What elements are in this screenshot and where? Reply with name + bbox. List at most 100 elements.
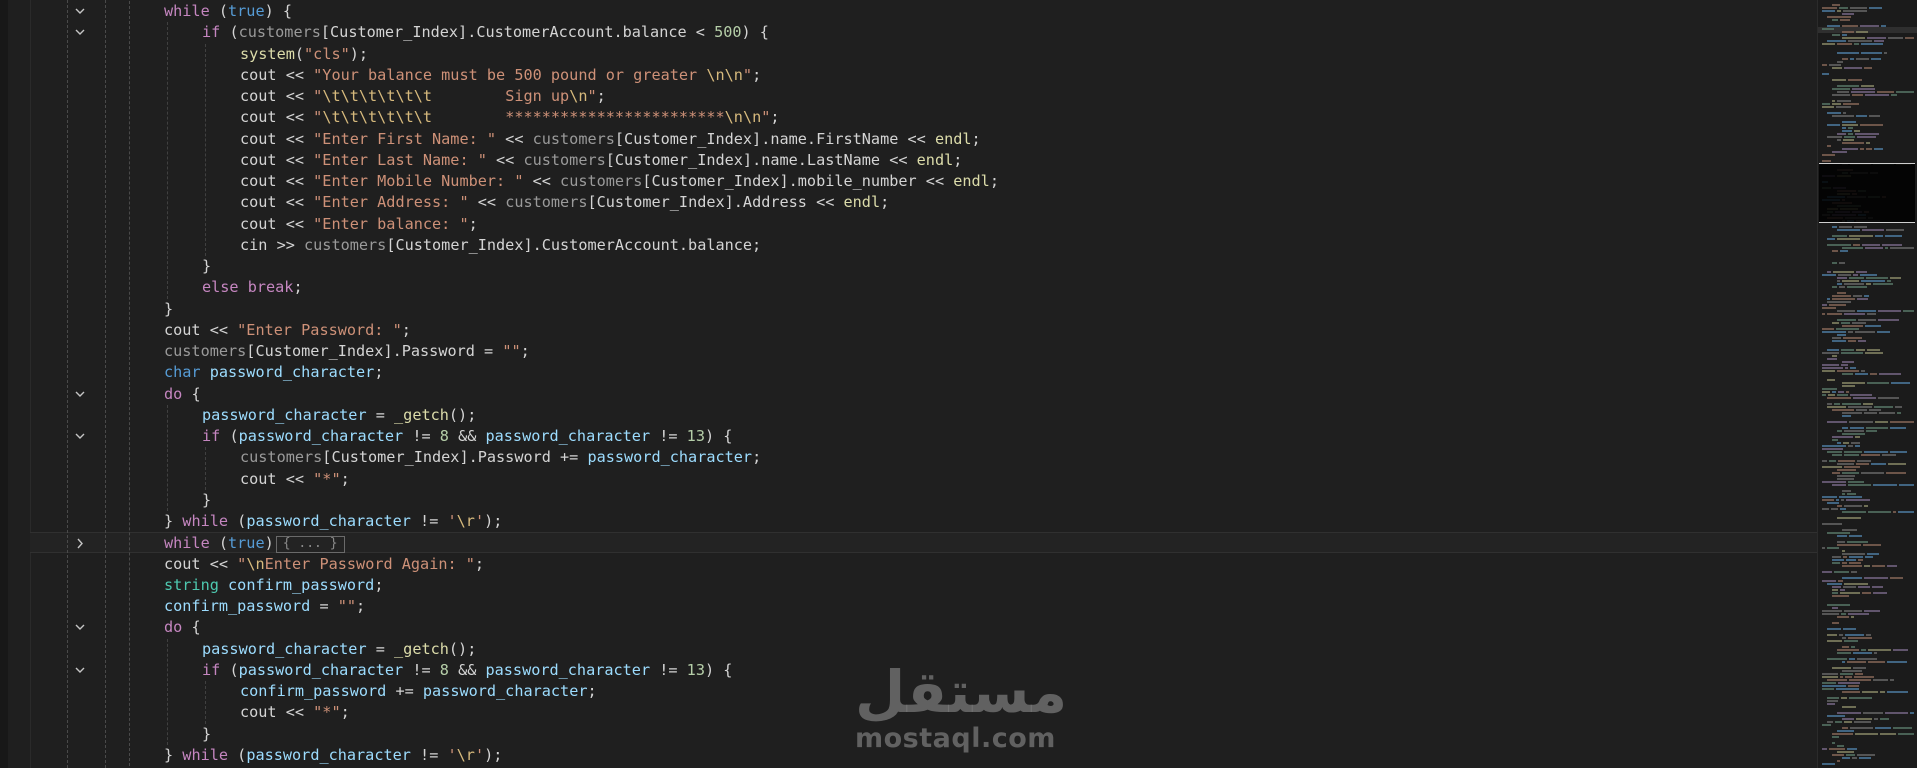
code-line[interactable]: cout << "Enter Address: " << customers[C… [30,192,1817,213]
code-line[interactable]: cout << "\t\t\t\t\t\t ******************… [30,107,1817,128]
minimap-line [1842,13,1854,15]
code-token: [Customer_Index].name.FirstName << [614,129,935,148]
minimap-line [1832,337,1841,339]
minimap-line [1832,250,1838,252]
code-line[interactable]: } [30,256,1817,277]
chevron-down-icon[interactable] [70,384,90,405]
minimap-line [1827,703,1835,705]
code-area[interactable]: while (true) {if (customers[Customer_Ind… [30,0,1817,768]
chevron-right-icon[interactable] [70,533,90,554]
minimap-line [1827,715,1845,717]
indent-guide [105,0,106,768]
chevron-down-icon[interactable] [70,660,90,681]
code-line[interactable]: cout << "Enter First Name: " << customer… [30,129,1817,150]
minimap-line [1832,454,1842,456]
minimap-line [1822,688,1834,690]
code-line[interactable]: do { [30,384,1817,405]
code-line-content: do { [164,384,201,405]
code-token: 8 [439,660,449,679]
code-token: "" [502,342,521,360]
code-line[interactable]: password_character = _getch(); [30,639,1817,660]
code-token: ; [880,193,890,212]
code-line[interactable]: cout << "*"; [30,469,1817,490]
code-line[interactable]: cout << "Enter Password: "; [30,320,1817,341]
code-line[interactable]: cout << "\t\t\t\t\t\t Sign up\n"; [30,86,1817,107]
minimap-line [1839,634,1843,636]
minimap-line [1887,691,1908,693]
minimap-line [1840,250,1848,252]
minimap-line [1887,565,1897,567]
chevron-down-icon[interactable] [70,22,90,43]
code-line-content: do { [164,617,201,638]
code-line[interactable]: customers[Customer_Index].Password = ""; [30,341,1817,362]
collapsed-region-placeholder[interactable]: { ... } [275,536,345,554]
code-token: password_character [202,405,367,424]
code-line[interactable]: while (true) { [30,1,1817,22]
code-line[interactable]: cout << "Enter Mobile Number: " << custo… [30,171,1817,192]
minimap-line [1886,472,1906,474]
minimap-line [1827,244,1851,246]
minimap-line [1827,628,1841,630]
chevron-down-icon[interactable] [70,617,90,638]
minimap-line [1866,634,1871,636]
code-line[interactable]: string confirm_password; [30,575,1817,596]
code-token: ' [474,745,485,764]
code-line[interactable]: confirm_password = ""; [30,596,1817,617]
code-line[interactable]: cout << "Your balance must be 500 pound … [30,65,1817,86]
code-token: while [182,745,229,764]
code-token: string [164,575,219,594]
minimap-slider[interactable] [1819,163,1915,223]
minimap-line [1822,394,1826,396]
code-line[interactable]: } [30,299,1817,320]
code-token: "Enter Address: " [313,193,469,212]
minimap-line [1843,112,1846,114]
chevron-down-icon[interactable] [70,426,90,447]
minimap-line [1822,328,1834,330]
minimap-line [1872,565,1885,567]
code-line-content: cout << "Enter Last Name: " << customers… [240,150,962,171]
minimap-line [1836,106,1851,108]
minimap-line [1834,571,1849,573]
code-line[interactable]: cout << "Enter balance: "; [30,214,1817,235]
code-line[interactable]: customers[Customer_Index].Password += pa… [30,447,1817,468]
chevron-down-icon[interactable] [70,1,90,22]
code-token: = [366,639,395,658]
minimap-line [1842,670,1862,672]
code-line[interactable]: cin >> customers[Customer_Index].Custome… [30,235,1817,256]
minimap-line [1832,622,1839,624]
minimap-line [1839,226,1852,228]
code-line[interactable]: while (true){ ... } [30,532,1817,554]
minimap-line [1837,394,1848,396]
minimap-line [1837,616,1849,618]
minimap[interactable] [1817,0,1917,768]
minimap-line [1842,58,1848,60]
code-line[interactable]: if (customers[Customer_Index].CustomerAc… [30,22,1817,43]
minimap-line [1842,427,1848,429]
minimap-line [1822,307,1836,309]
indent-guide [167,404,168,511]
code-line[interactable]: } [30,490,1817,511]
code-line[interactable]: if (password_character != 8 && password_… [30,426,1817,447]
code-line[interactable]: do { [30,617,1817,638]
code-line[interactable]: cout << "Enter Last Name: " << customers… [30,150,1817,171]
code-editor[interactable]: while (true) {if (customers[Customer_Ind… [0,0,1817,768]
code-line[interactable]: password_character = _getch(); [30,405,1817,426]
minimap-line [1839,496,1862,498]
code-token: != [410,512,448,530]
code-token: ; [953,150,963,169]
code-line[interactable]: char password_character; [30,362,1817,383]
code-token: true [228,2,265,20]
code-token: ; [770,108,780,127]
code-line[interactable]: } while (password_character != '\r'); [30,511,1817,532]
indent-guide [205,43,206,256]
minimap-line [1832,589,1838,591]
code-line[interactable]: else break; [30,277,1817,298]
minimap-line [1842,565,1862,567]
code-line[interactable]: cout << "\nEnter Password Again: "; [30,554,1817,575]
code-line[interactable]: system("cls"); [30,44,1817,65]
code-token: cout << [240,172,314,190]
code-line-content: } [202,724,211,745]
minimap-line [1862,592,1871,594]
minimap-line [1865,94,1889,96]
minimap-line [1860,148,1864,150]
